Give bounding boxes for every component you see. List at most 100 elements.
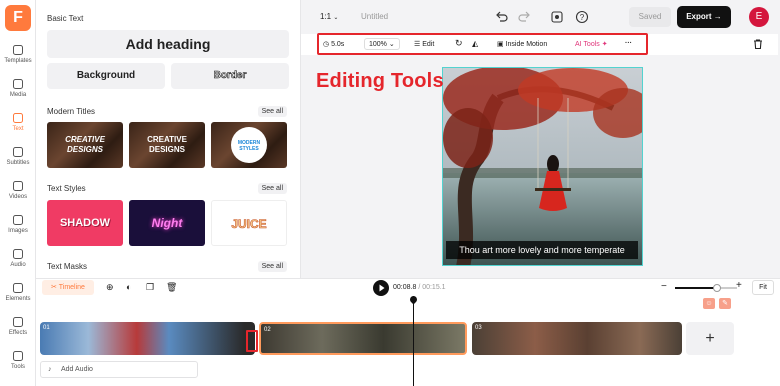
rail-item-label: Templates [4,58,32,64]
zoom-in-icon[interactable]: + [736,280,742,291]
effects-icon [13,317,23,327]
modern-title-thumb-2[interactable]: CREATIVE DESIGNS [129,122,205,168]
playhead[interactable] [408,294,419,386]
chevron-down-icon: ⌄ [388,41,395,48]
rotate-icon[interactable]: ↻ [455,38,463,49]
text-masks-title: Text Masks [47,262,88,271]
rail-item-label: Images [8,228,28,234]
subtitle-caption[interactable]: Thou art more lovely and more temperate [446,241,638,259]
rail-item-label: Tools [10,364,25,370]
edit-label: Edit [422,41,435,48]
text-masks-see-all[interactable]: See all [257,261,287,272]
total-time: / 00:15.1 [418,284,446,291]
aspect-ratio-select[interactable]: 1:1 ⌄ [320,12,338,21]
elements-icon [13,283,23,293]
modern-title-thumb-1[interactable]: CREATIVE DESIGNS [47,122,123,168]
text-style-juice-text: JUICE [231,217,267,232]
modern-title-thumb-3[interactable]: MODERN STYLES [211,122,287,168]
text-style-night[interactable]: Night [129,200,205,246]
svg-text:?: ? [580,13,585,22]
timeline-clip-3[interactable]: 03 [472,322,682,355]
text-style-juice[interactable]: JUICE [211,200,287,246]
trash-icon[interactable] [752,38,764,50]
rail-item-text[interactable]: Text [0,112,36,142]
clip-label-2: 02 [264,327,271,333]
background-text-button[interactable]: Background [47,63,165,89]
add-icon[interactable]: ⊕ [106,282,114,293]
text-icon [13,113,23,123]
videos-icon [13,181,23,191]
clip-label-3: 03 [475,325,482,331]
help-icon[interactable]: ? [575,10,589,24]
rail-item-audio[interactable]: Audio [0,248,36,278]
inside-motion-button[interactable]: ▣ Inside Motion [497,40,547,48]
modern-title-thumb-1-text: CREATIVE DESIGNS [65,135,105,154]
timeline-clip-1[interactable]: 01 [40,322,255,355]
text-styles-see-all[interactable]: See all [257,183,287,194]
templates-icon [13,45,23,55]
modern-titles-see-all[interactable]: See all [257,106,287,117]
inside-motion-label: Inside Motion [505,41,548,48]
timecode: 00:08.8 / 00:15.1 [393,284,446,291]
aspect-ratio-value: 1:1 [320,12,332,21]
rail-item-effects[interactable]: Effects [0,316,36,346]
ai-tools-button[interactable]: AI Tools ✦ [575,40,608,48]
capture-icon[interactable] [550,10,564,24]
add-clip-button[interactable]: + [686,322,734,355]
zoom-out-icon[interactable]: − [661,281,667,292]
project-title[interactable]: Untitled [361,12,388,21]
sparkle-icon: ✦ [601,41,608,48]
ai-avatar-icon[interactable]: ☺ [703,298,715,309]
text-style-shadow-text: SHADOW [59,217,111,229]
text-style-shadow[interactable]: SHADOW [47,200,123,246]
rail-item-label: Effects [8,330,28,336]
modern-titles-title: Modern Titles [47,107,96,116]
basic-text-title: Basic Text [47,14,84,23]
timeline-zoom-slider[interactable] [675,284,737,292]
play-button[interactable] [373,280,389,296]
fit-button[interactable]: Fit [752,280,774,295]
duration-button[interactable]: ◷ 5.0s [323,40,344,48]
rail-item-subtitles[interactable]: Subtitles [0,146,36,176]
rail-item-media[interactable]: Media [0,78,36,108]
export-label: Export [686,12,712,21]
clip-transition-marker[interactable] [246,330,258,352]
undo-icon[interactable] [494,10,508,24]
editing-toolbar: ◷ 5.0s 100% ⌄ ☰ Edit ↻ ◭ ▣ Inside Motion… [317,33,648,55]
motion-icon: ▣ [497,41,504,48]
duplicate-icon[interactable]: ❐ [146,282,154,293]
rail-item-label: Media [9,92,27,98]
editing-tools-annotation: Editing Tools [316,70,444,92]
user-avatar[interactable]: E [749,7,769,27]
zoom-slider-handle[interactable] [713,284,721,292]
app-logo[interactable]: F [5,5,31,31]
add-audio-button[interactable]: ♪ Add Audio [40,361,198,378]
video-preview[interactable] [442,67,643,266]
rail-item-elements[interactable]: Elements [0,282,36,312]
magic-icon[interactable]: ✎ [719,298,731,309]
ai-tools-label: AI Tools [575,41,600,48]
rail-item-templates[interactable]: Templates [0,44,36,74]
more-options-icon[interactable]: ··· [625,40,632,47]
clock-icon: ◷ [323,41,330,48]
timeline-clip-2[interactable]: 02 [259,322,467,355]
timeline-tab-label: Timeline [58,284,85,291]
timeline-tab[interactable]: ✂ Timeline [42,280,94,295]
zoom-select[interactable]: 100% ⌄ [364,38,400,50]
split-icon[interactable]: ◐ [126,282,131,292]
edit-button[interactable]: ☰ Edit [414,40,434,48]
add-heading-button[interactable]: Add heading [47,30,289,58]
rail-item-images[interactable]: Images [0,214,36,244]
flip-icon[interactable]: ◭ [472,39,478,48]
scene-image [443,68,642,265]
modern-title-thumb-3-text: MODERN STYLES [237,140,261,152]
tools-icon [13,351,23,361]
redo-icon[interactable] [518,10,532,24]
text-style-night-text: Night [151,216,183,230]
rail-item-videos[interactable]: Videos [0,180,36,210]
delete-clip-icon[interactable]: 🗑 [166,282,177,293]
border-text-button[interactable]: Border [171,63,289,89]
images-icon [13,215,23,225]
rail-item-tools[interactable]: Tools [0,350,36,380]
export-button[interactable]: Export → [677,6,731,28]
